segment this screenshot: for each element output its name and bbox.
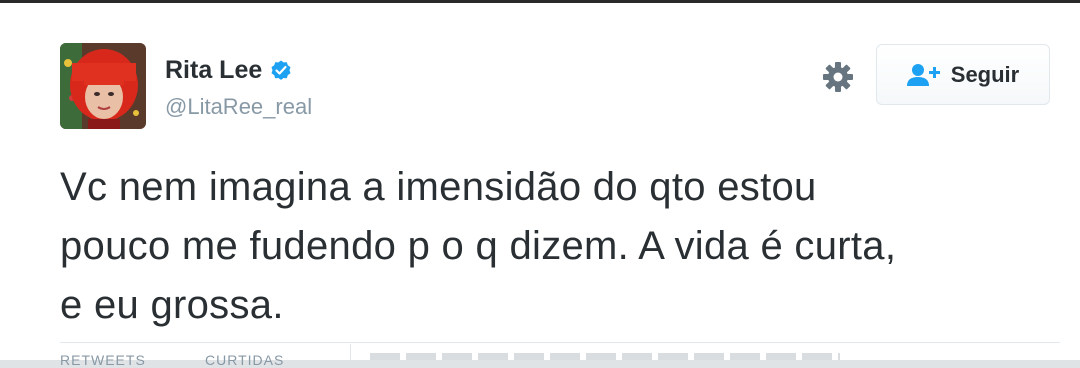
- follow-button-label: Seguir: [950, 61, 1020, 87]
- author-handle[interactable]: @LitaRee_real: [165, 93, 312, 121]
- follow-button[interactable]: Seguir: [876, 44, 1050, 105]
- tweet-text-line: Vc nem imagina a imensidão do qto estou: [60, 165, 817, 209]
- profile-photo-icon: [60, 43, 146, 129]
- tweet-text-line: e eu grossa.: [60, 283, 284, 327]
- author-display-name[interactable]: Rita Lee: [165, 55, 262, 85]
- gear-icon[interactable]: [821, 60, 855, 94]
- add-user-icon: [906, 63, 940, 86]
- liker-avatars[interactable]: [370, 353, 840, 360]
- avatar[interactable]: [60, 43, 146, 129]
- verified-badge-icon: [271, 60, 291, 80]
- retweets-label[interactable]: RETWEETS: [60, 352, 146, 368]
- tweet-text: Vc nem imagina a imensidão do qto estou …: [60, 158, 1060, 335]
- likes-label[interactable]: CURTIDAS: [205, 352, 284, 368]
- tweet-text-line: pouco me fudendo p o q dizem. A vida é c…: [60, 224, 897, 268]
- stats-divider: [60, 342, 1060, 343]
- author-name-row[interactable]: Rita Lee: [165, 55, 293, 85]
- stats-separator: [350, 344, 351, 360]
- tweet-card: Rita Lee @LitaRee_real Seguir Vc nem ima…: [0, 0, 1080, 368]
